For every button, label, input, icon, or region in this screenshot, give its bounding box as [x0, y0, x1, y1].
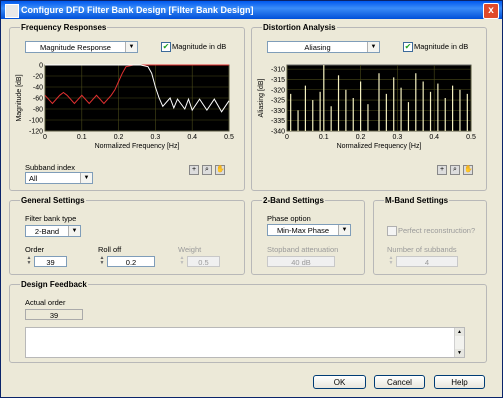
help-button[interactable]: Help	[434, 375, 485, 389]
weight-stepper: ▲ ▼	[179, 255, 185, 266]
number-of-subbands-label: Number of subbands	[387, 245, 457, 254]
perfect-reconstruction-label: Perfect reconstruction?	[398, 226, 476, 235]
y-tick-label: -80	[33, 107, 43, 114]
distortion-type-dropdown[interactable]: Aliasing ▼	[267, 41, 380, 53]
order-field[interactable]: 39	[34, 256, 67, 267]
m-band-settings-title: M-Band Settings	[384, 196, 450, 205]
freq-graph-tools: + ⌕ ✋	[189, 164, 228, 175]
y-tick-label: -100	[29, 118, 43, 125]
y-axis-label: Aliasing [dB]	[258, 78, 265, 117]
y-tick-label: -120	[29, 129, 43, 136]
x-tick-label: 0.5	[466, 134, 476, 141]
x-tick-label: 0.2	[114, 134, 124, 141]
y-tick-label: -335	[271, 118, 285, 125]
response-type-dropdown[interactable]: Magnitude Response ▼	[25, 41, 138, 53]
phase-option-value: Min-Max Phase	[276, 226, 330, 235]
pan-icon[interactable]: ✋	[215, 165, 225, 175]
roll-off-stepper[interactable]: ▲ ▼	[98, 256, 106, 267]
pan-icon[interactable]: ✋	[463, 165, 473, 175]
cancel-button[interactable]: Cancel	[374, 375, 425, 389]
y-tick-label: -315	[271, 77, 285, 84]
roll-off-field[interactable]: 0.2	[107, 256, 155, 267]
scroll-up-icon[interactable]: ▲	[455, 328, 464, 336]
order-label: Order	[25, 245, 45, 254]
subband-index-label: Subband index	[25, 163, 76, 172]
chevron-down-icon[interactable]: ▼	[367, 42, 379, 52]
dialog-window: Configure DFD Filter Bank Design [Filter…	[0, 0, 503, 398]
y-tick-label: -20	[33, 74, 43, 81]
stopband-attenuation-field: 40 dB	[267, 256, 335, 267]
x-axis-label: Normalized Frequency [Hz]	[95, 143, 180, 150]
x-tick-label: 0.4	[187, 134, 197, 141]
response-type-value: Magnitude Response	[40, 43, 111, 52]
y-tick-label: -320	[271, 87, 285, 94]
filter-bank-type-label: Filter bank type	[25, 214, 77, 223]
x-tick-label: 0.5	[224, 134, 234, 141]
phase-option-label: Phase option	[267, 214, 311, 223]
crosshair-icon[interactable]: +	[437, 165, 447, 175]
filter-bank-type-dropdown[interactable]: 2-Band ▼	[25, 225, 81, 237]
chevron-down-icon[interactable]: ▼	[338, 225, 350, 235]
number-of-subbands-stepper: ▲ ▼	[388, 255, 394, 266]
dist-magnitude-db-checkbox[interactable]: ✔	[403, 42, 413, 52]
stopband-attenuation-label: Stopband attenuation	[267, 245, 339, 254]
weight-label: Weight	[178, 245, 202, 254]
x-tick-label: 0.4	[429, 134, 439, 141]
general-settings-title: General Settings	[20, 196, 86, 205]
crosshair-icon[interactable]: +	[189, 165, 199, 175]
x-tick-label: 0	[285, 134, 289, 141]
close-button[interactable]: x	[483, 3, 499, 19]
x-tick-label: 0.2	[356, 134, 366, 141]
filter-bank-type-value: 2-Band	[34, 227, 60, 236]
order-stepper[interactable]: ▲ ▼	[25, 256, 33, 267]
chevron-down-icon[interactable]: ▼	[68, 226, 80, 236]
number-of-subbands-field: 4	[396, 256, 458, 267]
x-tick-label: 0.1	[77, 134, 87, 141]
actual-order-label: Actual order	[25, 298, 66, 307]
distortion-analysis-title: Distortion Analysis	[262, 23, 337, 32]
y-tick-label: 0	[39, 63, 43, 70]
y-tick-label: -325	[271, 98, 285, 105]
y-tick-label: -330	[271, 108, 285, 115]
chevron-down-icon[interactable]: ▼	[125, 42, 137, 52]
frequency-responses-title: Frequency Responses	[20, 23, 108, 32]
distortion-type-value: Aliasing	[304, 43, 331, 52]
y-tick-label: -310	[271, 67, 285, 74]
actual-order-field: 39	[25, 309, 83, 320]
feedback-scrollbar[interactable]: ▲ ▼	[454, 328, 464, 357]
x-tick-label: 0	[43, 134, 47, 141]
aliasing-chart: 0 0.1 0.2 0.3 0.4 0.5 -310 -315 -320 -325 -330 -335…	[258, 64, 476, 150]
chevron-down-icon[interactable]: ▼	[80, 173, 92, 183]
freq-magnitude-db-label: Magnitude in dB	[172, 42, 227, 51]
y-tick-label: -340	[271, 129, 285, 136]
feedback-message-area[interactable]: ▲ ▼	[25, 327, 465, 358]
y-tick-label: -40	[33, 85, 43, 92]
zoom-icon[interactable]: ⌕	[450, 165, 460, 175]
freq-magnitude-db-checkbox[interactable]: ✔	[161, 42, 171, 52]
x-tick-label: 0.3	[151, 134, 161, 141]
weight-field: 0.5	[187, 256, 220, 267]
subband-index-dropdown[interactable]: All ▼	[25, 172, 93, 184]
zoom-icon[interactable]: ⌕	[202, 165, 212, 175]
app-icon	[5, 4, 19, 18]
roll-off-label: Roll off	[98, 245, 122, 254]
x-axis-label: Normalized Frequency [Hz]	[337, 143, 422, 150]
x-tick-label: 0.1	[319, 134, 329, 141]
y-axis-label: Magnitude [dB]	[16, 74, 23, 121]
window-title: Configure DFD Filter Bank Design [Filter…	[21, 5, 254, 15]
y-tick-label: -60	[33, 96, 43, 103]
x-tick-label: 0.3	[393, 134, 403, 141]
two-band-settings-title: 2-Band Settings	[262, 196, 325, 205]
dist-magnitude-db-label: Magnitude in dB	[414, 42, 469, 51]
design-feedback-title: Design Feedback	[20, 280, 88, 289]
ok-button[interactable]: OK	[313, 375, 366, 389]
dist-graph-tools: + ⌕ ✋	[437, 164, 476, 175]
title-bar[interactable]: Configure DFD Filter Bank Design [Filter…	[1, 1, 502, 19]
perfect-reconstruction-checkbox	[387, 226, 397, 236]
phase-option-dropdown[interactable]: Min-Max Phase ▼	[267, 224, 351, 236]
scroll-down-icon[interactable]: ▼	[455, 349, 464, 357]
magnitude-response-chart: 0 0.1 0.2 0.3 0.4 0.5 0 -20 -40 -60 -80 -100 -120 Nor…	[16, 63, 234, 151]
subband-index-value: All	[29, 174, 38, 183]
